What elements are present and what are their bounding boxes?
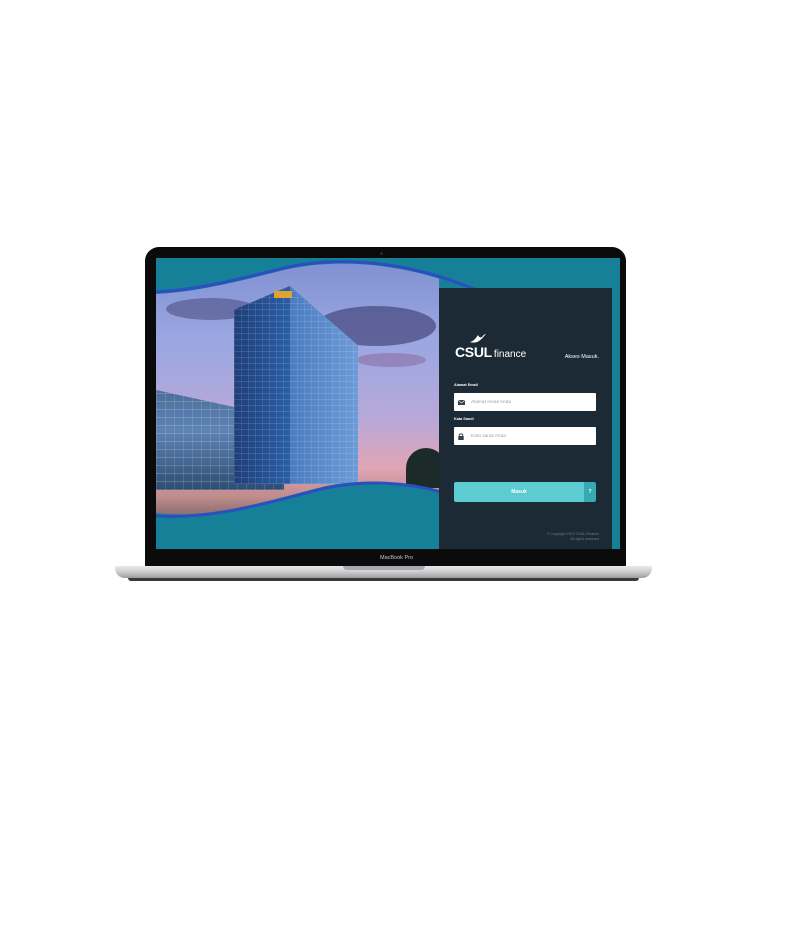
email-field-wrapper: [454, 393, 596, 411]
email-label: Alamat Email: [454, 383, 478, 387]
help-button[interactable]: ?: [584, 482, 596, 502]
lock-icon: [454, 427, 468, 445]
laptop-base-shadow: [128, 578, 639, 581]
email-input[interactable]: [468, 399, 589, 405]
password-field-wrapper: [454, 427, 596, 445]
device-model-label: MacBook Pro: [379, 555, 413, 561]
login-button[interactable]: Masuk: [454, 482, 584, 502]
laptop-notch: [343, 566, 425, 570]
envelope-icon: [454, 393, 468, 411]
login-panel: CSULfinance Akses Masuk. Alamat Email Ka…: [439, 288, 612, 549]
password-label: Kata Sandi: [454, 417, 474, 421]
brand-name-finance: finance: [493, 349, 527, 360]
brand-name-csul: CSUL: [455, 344, 492, 360]
login-screen: CSULfinance Akses Masuk. Alamat Email Ka…: [156, 258, 620, 549]
password-input[interactable]: [468, 433, 589, 439]
brand-logo: CSUL finance: [455, 342, 526, 362]
copyright-text: © Copyright 2019 CSUL Finance All rights…: [547, 532, 599, 542]
camera-icon: [380, 252, 383, 255]
copyright-line: All rights reserved: [570, 537, 599, 541]
page-title: Akses Masuk.: [564, 354, 599, 360]
laptop-mockup: CSULfinance Akses Masuk. Alamat Email Ka…: [0, 0, 793, 941]
